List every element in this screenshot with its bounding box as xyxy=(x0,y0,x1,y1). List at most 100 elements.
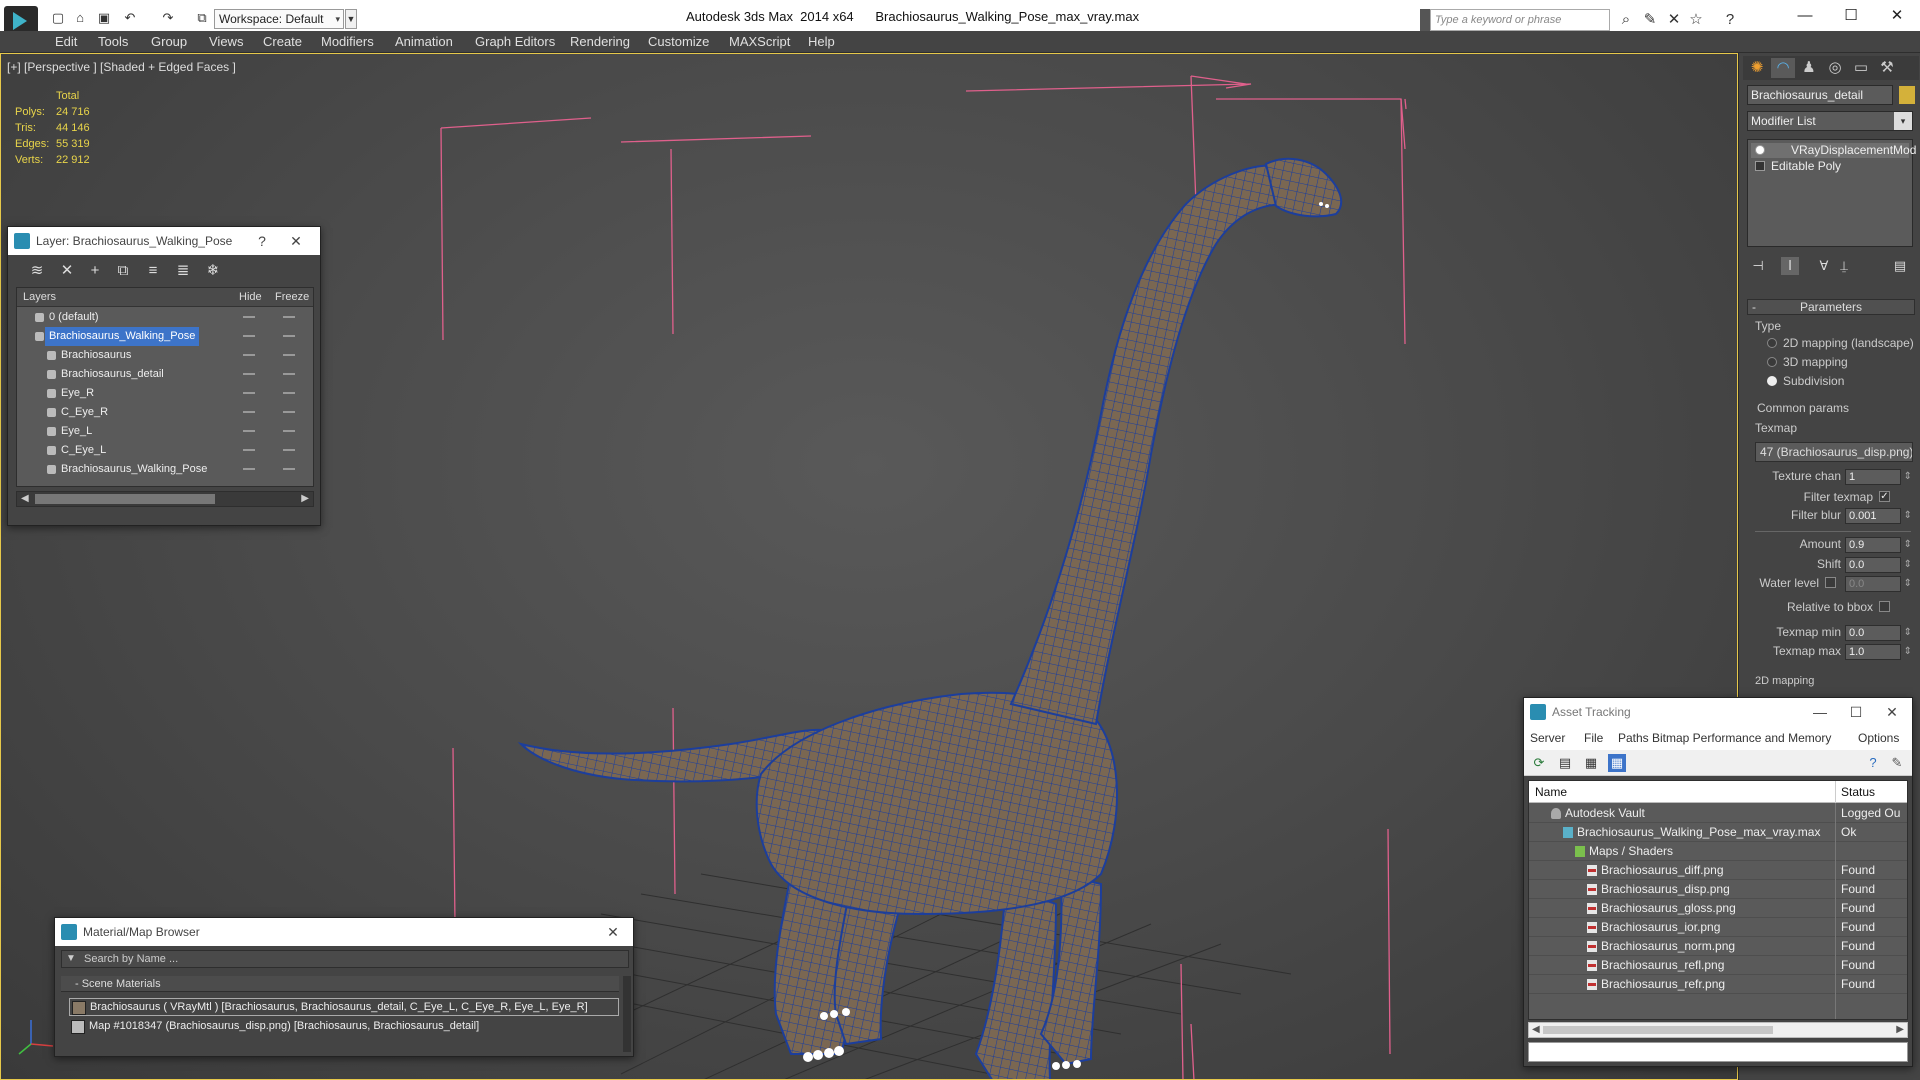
material-browser-titlebar[interactable]: Material/Map Browser xyxy=(55,918,633,946)
layer-row[interactable]: Brachiosaurus xyxy=(17,346,313,365)
help-icon[interactable]: ? xyxy=(1720,10,1740,30)
layer-row[interactable]: C_Eye_L xyxy=(17,441,313,460)
amount-spinner[interactable]: 0.9 xyxy=(1845,537,1912,553)
scroll-thumb[interactable] xyxy=(1543,1026,1773,1034)
menu-maxscript[interactable]: MAXScript xyxy=(729,34,790,49)
hide-all-icon[interactable]: ≣ xyxy=(172,261,194,281)
freeze-toggle[interactable] xyxy=(283,449,295,451)
hide-toggle[interactable] xyxy=(243,392,255,394)
asset-row[interactable]: Brachiosaurus_gloss.png Found xyxy=(1529,899,1907,918)
settings-icon[interactable]: ✎ xyxy=(1888,754,1906,772)
scroll-right-icon[interactable]: ▶ xyxy=(301,492,309,506)
create-layer-icon[interactable]: ≋ xyxy=(26,261,48,281)
freeze-toggle[interactable] xyxy=(283,354,295,356)
asset-row[interactable]: Brachiosaurus_norm.png Found xyxy=(1529,937,1907,956)
material-search-input[interactable]: ▼ Search by Name ... xyxy=(61,950,629,968)
layer-row[interactable]: Brachiosaurus_detail xyxy=(17,365,313,384)
save-file-icon[interactable]: ▣ xyxy=(96,11,112,25)
create-tab-icon[interactable]: ✺ xyxy=(1745,58,1769,78)
asset-menu-paths[interactable]: Paths xyxy=(1618,731,1649,745)
radio-3d-mapping[interactable]: 3D mapping xyxy=(1767,355,1848,369)
menu-edit[interactable]: Edit xyxy=(55,34,77,49)
select-objects-icon[interactable]: ⧉ xyxy=(112,261,134,281)
asset-row[interactable]: Autodesk Vault Logged Ou xyxy=(1529,804,1907,823)
new-file-icon[interactable]: ▢ xyxy=(50,11,66,25)
asset-row[interactable]: Brachiosaurus_diff.png Found xyxy=(1529,861,1907,880)
freeze-toggle[interactable] xyxy=(283,411,295,413)
object-name-field[interactable]: Brachiosaurus_detail xyxy=(1747,85,1893,105)
hide-toggle[interactable] xyxy=(243,411,255,413)
redo-icon[interactable]: ↷ xyxy=(160,11,176,25)
water-level-checkbox[interactable] xyxy=(1825,577,1836,588)
workspace-menu-arrow[interactable]: ▼ xyxy=(345,9,357,29)
menu-create[interactable]: Create xyxy=(263,34,302,49)
map-item[interactable]: Map #1018347 (Brachiosaurus_disp.png) [B… xyxy=(69,1018,619,1036)
hide-toggle[interactable] xyxy=(243,316,255,318)
asset-menu-options[interactable]: Options xyxy=(1858,731,1899,745)
list-view-icon[interactable]: ▤ xyxy=(1556,754,1574,772)
delete-layer-icon[interactable]: ✕ xyxy=(56,261,78,281)
freeze-toggle[interactable] xyxy=(283,335,295,337)
project-folder-icon[interactable]: ⧉ xyxy=(194,11,210,25)
asset-menu-file[interactable]: File xyxy=(1584,731,1603,745)
freeze-toggle[interactable] xyxy=(283,373,295,375)
help-icon[interactable]: ? xyxy=(1864,754,1882,772)
layer-row[interactable]: 0 (default) xyxy=(17,308,313,327)
layers-column-header[interactable]: Layers xyxy=(23,291,56,303)
menu-tools[interactable]: Tools xyxy=(98,34,128,49)
freeze-toggle[interactable] xyxy=(283,468,295,470)
menu-modifiers[interactable]: Modifiers xyxy=(321,34,374,49)
layer-row[interactable]: Eye_L xyxy=(17,422,313,441)
binoculars-icon[interactable]: ⌕ xyxy=(1616,10,1636,30)
freeze-toggle[interactable] xyxy=(283,316,295,318)
layer-row[interactable]: C_Eye_R xyxy=(17,403,313,422)
layer-horizontal-scrollbar[interactable]: ◀ ▶ xyxy=(16,491,314,507)
open-file-icon[interactable]: ⌂ xyxy=(72,11,88,25)
hide-toggle[interactable] xyxy=(243,354,255,356)
texmap-max-spinner[interactable]: 1.0 xyxy=(1845,644,1912,660)
shift-spinner[interactable]: 0.0 xyxy=(1845,557,1912,573)
close-icon[interactable]: ✕ xyxy=(282,227,310,255)
close-icon[interactable]: ✕ xyxy=(1874,4,1920,28)
radio-subdivision[interactable]: Subdivision xyxy=(1767,374,1844,388)
favorites-star-icon[interactable]: ☆ xyxy=(1686,10,1706,30)
pin-stack-icon[interactable]: ⊣ xyxy=(1749,257,1767,275)
minimize-icon[interactable]: — xyxy=(1806,698,1834,726)
make-unique-icon[interactable]: ∀ xyxy=(1815,257,1833,275)
texmap-min-spinner[interactable]: 0.0 xyxy=(1845,625,1912,641)
material-item[interactable]: Brachiosaurus ( VRayMtl ) [Brachiosaurus… xyxy=(69,998,619,1016)
layer-row[interactable]: Brachiosaurus_Walking_Pose xyxy=(17,327,313,346)
modifier-list-dropdown[interactable]: Modifier List ▾ xyxy=(1747,111,1913,131)
maximize-icon[interactable]: ☐ xyxy=(1828,4,1874,28)
show-end-result-icon[interactable]: Ⅰ xyxy=(1781,257,1799,275)
asset-row[interactable]: Brachiosaurus_refr.png Found xyxy=(1529,975,1907,994)
hide-column-header[interactable]: Hide xyxy=(239,291,262,303)
communication-icon[interactable]: ✕ xyxy=(1664,10,1684,30)
options-arrow-icon[interactable]: ▼ xyxy=(66,951,76,967)
asset-row[interactable]: Maps / Shaders xyxy=(1529,842,1907,861)
stack-item-editable-poly[interactable]: Editable Poly xyxy=(1751,159,1909,174)
hide-toggle[interactable] xyxy=(243,430,255,432)
minimize-icon[interactable]: — xyxy=(1782,4,1828,28)
configure-sets-icon[interactable]: ▤ xyxy=(1891,257,1909,275)
subscription-icon[interactable]: ✎ xyxy=(1640,10,1660,30)
stack-item-vray-displacement[interactable]: VRayDisplacementMod xyxy=(1751,143,1916,158)
remove-modifier-icon[interactable]: ⍊ xyxy=(1835,257,1853,275)
material-vertical-scrollbar[interactable] xyxy=(623,976,631,1052)
status-column-header[interactable]: Status xyxy=(1841,785,1875,799)
scroll-left-icon[interactable]: ◀ xyxy=(1532,1023,1540,1037)
menu-customize[interactable]: Customize xyxy=(648,34,709,49)
hide-toggle[interactable] xyxy=(243,373,255,375)
freeze-all-icon[interactable]: ❄ xyxy=(202,261,224,281)
undo-icon[interactable]: ↶ xyxy=(122,11,138,25)
menu-graph-editors[interactable]: Graph Editors xyxy=(475,34,555,49)
object-color-swatch[interactable] xyxy=(1899,86,1915,104)
filter-blur-spinner[interactable]: 0.001 xyxy=(1845,508,1912,524)
help-icon[interactable]: ? xyxy=(248,227,276,255)
maximize-icon[interactable]: ☐ xyxy=(1842,698,1870,726)
keyword-search-input[interactable]: Type a keyword or phrase xyxy=(1430,9,1610,31)
search-expand-arrow[interactable] xyxy=(1420,9,1430,31)
asset-menu-server[interactable]: Server xyxy=(1530,731,1565,745)
utilities-tab-icon[interactable]: ⚒ xyxy=(1875,58,1899,78)
hide-toggle[interactable] xyxy=(243,449,255,451)
